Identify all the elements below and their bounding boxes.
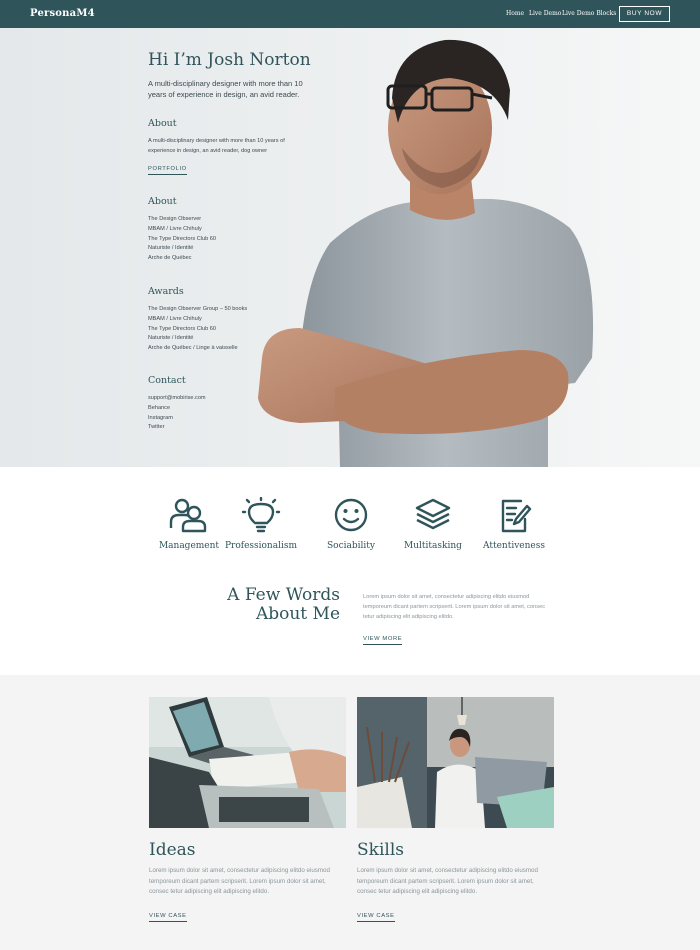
contact-behance-link[interactable]: Behance — [148, 404, 206, 414]
list-item: Naturiste / Identité — [148, 335, 194, 342]
ideas-image — [149, 697, 346, 828]
view-more-link[interactable]: VIEW MORE — [363, 636, 403, 645]
list-item: The Type Directors Club 60 — [148, 235, 216, 242]
lightbulb-icon — [241, 497, 281, 533]
people-icon — [169, 498, 207, 533]
cards-section — [0, 675, 700, 950]
feature-management: Management — [149, 497, 229, 551]
about-heading: About — [148, 118, 177, 129]
contact-list: support@mobirise.com Behance Instagram T… — [148, 394, 206, 433]
smiley-icon — [334, 498, 368, 532]
layers-icon — [415, 498, 451, 530]
nav-link-home[interactable]: Home — [506, 10, 524, 17]
hero-section: Hi I’m Josh Norton A multi-disciplinary … — [0, 28, 700, 467]
feature-sociability: Sociability — [311, 497, 391, 551]
top-navbar: PersonaM4 Home Live Demo Live Demo Block… — [0, 0, 700, 28]
about-text: A multi-disciplinary designer with more … — [148, 138, 285, 154]
feature-professionalism: Professionalism — [221, 497, 301, 551]
contact-email-link[interactable]: support@mobirise.com — [148, 394, 206, 404]
skills-title: Skills — [357, 840, 404, 860]
nav-link-live-demo[interactable]: Live Demo — [529, 10, 561, 17]
about-list-heading: About — [148, 196, 177, 207]
about-list: The Design Observer MBAM / Livre Chihuly… — [148, 215, 216, 264]
skills-view-case-link[interactable]: VIEW CASE — [357, 913, 395, 922]
list-item: Naturiste / Identité — [148, 245, 194, 252]
feature-multitasking: Multitasking — [393, 497, 473, 551]
feature-label: Management — [158, 541, 220, 551]
portfolio-link[interactable]: PORTFOLIO — [148, 166, 187, 175]
words-title-line2: About Me — [255, 604, 340, 624]
woman-with-phone-photo — [357, 697, 554, 828]
feature-label: Attentiveness — [483, 541, 545, 551]
ideas-title: Ideas — [149, 840, 196, 860]
feature-label: Professionalism — [224, 541, 298, 551]
skills-image — [357, 697, 554, 828]
skills-text: Lorem ipsum dolor sit amet, consectetur … — [357, 867, 538, 895]
list-item: MBAM / Livre Chihuly — [148, 225, 202, 232]
portrait-photo — [0, 28, 700, 467]
list-item: The Design Observer — [148, 216, 202, 222]
words-title: A Few Words About Me — [200, 586, 340, 624]
ideas-view-case-link[interactable]: VIEW CASE — [149, 913, 187, 922]
list-item: MBAM / Livre Chihuly — [148, 315, 202, 322]
feature-label: Multitasking — [404, 541, 462, 551]
list-item: Arche de Québec — [148, 255, 192, 262]
nav-link-live-demo-blocks[interactable]: Live Demo Blocks — [562, 10, 616, 17]
words-text: Lorem ipsum dolor sit amet, consectetur … — [363, 594, 546, 620]
awards-heading: Awards — [148, 286, 184, 297]
feature-attentiveness: Attentiveness — [474, 497, 554, 551]
feature-label: Sociability — [327, 541, 375, 551]
ideas-text: Lorem ipsum dolor sit amet, consectetur … — [149, 867, 330, 895]
contact-instagram-link[interactable]: Instagram — [148, 414, 206, 424]
list-item: Arche de Québec / Linge à vaisselle — [148, 345, 238, 352]
contact-heading: Contact — [148, 375, 186, 386]
brand-logo[interactable]: PersonaM4 — [30, 8, 95, 19]
laptop-desk-photo — [149, 697, 346, 828]
contact-twitter-link[interactable]: Twitter — [148, 423, 206, 433]
hero-title: Hi I’m Josh Norton — [148, 50, 311, 70]
hero-lead-text: A multi-disciplinary designer with more … — [148, 79, 303, 99]
words-title-line1: A Few Words — [227, 585, 340, 605]
list-item: The Type Directors Club 60 — [148, 325, 216, 332]
buy-now-button[interactable]: BUY NOW — [619, 6, 670, 22]
list-item: The Design Observer Group – 50 books — [148, 306, 248, 312]
awards-list: The Design Observer Group – 50 books MBA… — [148, 305, 247, 354]
notepad-icon — [501, 499, 532, 533]
